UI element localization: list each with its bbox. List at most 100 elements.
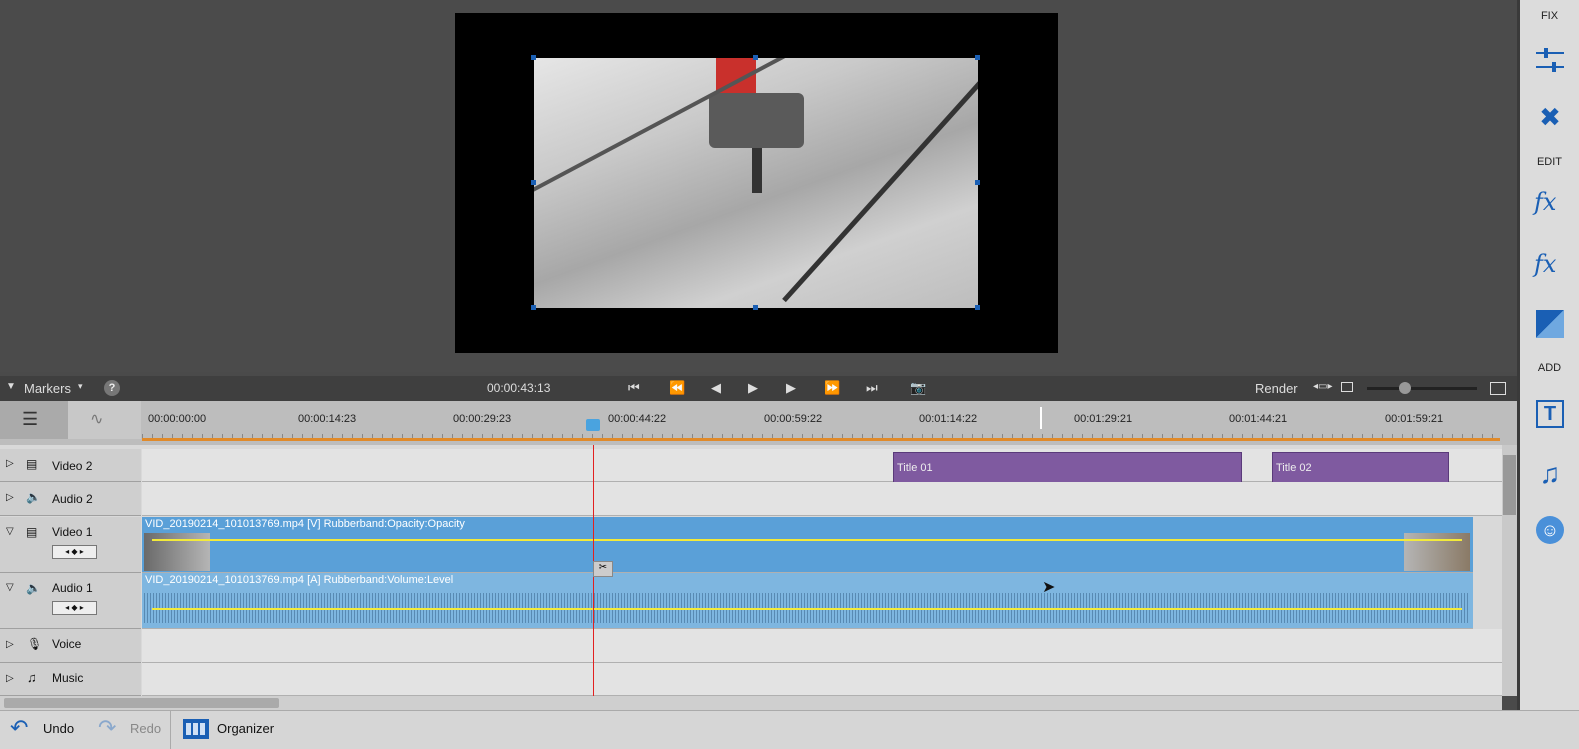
track-header-video2[interactable]: ▷ ▤ Video 2 bbox=[0, 449, 141, 482]
preview-video[interactable] bbox=[534, 58, 978, 308]
render-button[interactable]: Render bbox=[1255, 381, 1298, 396]
previous-edit-icon[interactable]: ⏪ bbox=[669, 380, 685, 396]
clip-label: VID_20190214_101013769.mp4 [A] Rubberban… bbox=[145, 574, 454, 586]
add-section-label: ADD bbox=[1537, 362, 1562, 374]
help-button[interactable]: ? bbox=[104, 380, 120, 396]
ruler-tick-label: 00:00:14:23 bbox=[298, 413, 357, 425]
waveform-icon[interactable]: ∿ bbox=[90, 409, 103, 429]
playhead-handle[interactable] bbox=[586, 419, 600, 431]
applied-effects-icon[interactable]: fx bbox=[1534, 188, 1566, 220]
table-slot bbox=[534, 58, 869, 202]
end-marker bbox=[1040, 407, 1042, 429]
zoom-out-icon[interactable] bbox=[1341, 382, 1353, 392]
markers-menu[interactable]: Markers bbox=[24, 381, 71, 396]
go-to-end-icon[interactable]: ⏭ bbox=[866, 380, 878, 396]
timeline-view-icon[interactable]: ☰ bbox=[22, 409, 38, 430]
film-icon: ▤ bbox=[26, 457, 38, 471]
track-header-audio1[interactable]: ▽ 🔈 Audio 1 ◂ ◆ ▸ bbox=[0, 573, 141, 629]
track-label: Music bbox=[52, 671, 84, 685]
track-header-voice[interactable]: ▷ 🎙 Voice bbox=[0, 629, 141, 663]
expand-icon[interactable] bbox=[1490, 382, 1506, 395]
organizer-icon[interactable] bbox=[183, 719, 209, 739]
resize-handle[interactable] bbox=[975, 180, 980, 185]
ruler-tick-label: 00:00:59:22 bbox=[764, 413, 823, 425]
right-panel: FIX ✖ EDIT fx fx ADD T ♫ ☺ bbox=[1517, 0, 1579, 748]
timeline-view-toggle[interactable]: ☰ bbox=[0, 401, 68, 439]
keyframe-controls[interactable]: ◂ ◆ ▸ bbox=[52, 601, 97, 615]
track-label: Video 1 bbox=[52, 525, 93, 539]
redo-button: Redo bbox=[130, 721, 162, 736]
graphics-icon[interactable]: ☺ bbox=[1536, 516, 1564, 544]
collapse-track-icon[interactable]: ▽ bbox=[6, 526, 14, 537]
title-clip[interactable]: Title 02 bbox=[1272, 452, 1449, 484]
track-header-video1[interactable]: ▽ ▤ Video 1 ◂ ◆ ▸ bbox=[0, 517, 141, 573]
vertical-scrollbar[interactable] bbox=[1502, 445, 1517, 696]
markers-dropdown-icon[interactable]: ▼ bbox=[6, 381, 16, 392]
ruler-tick-label: 00:01:44:21 bbox=[1229, 413, 1288, 425]
fit-timeline-icon[interactable]: ◂▭▸ bbox=[1313, 381, 1333, 392]
expand-track-icon[interactable]: ▷ bbox=[6, 639, 14, 650]
opacity-rubberband[interactable] bbox=[152, 539, 1462, 541]
music-icon[interactable]: ♫ bbox=[1534, 458, 1566, 490]
audio-view-toggle[interactable]: ∿ bbox=[68, 401, 141, 439]
track-lane-voice[interactable] bbox=[142, 629, 1502, 663]
track-header-music[interactable]: ▷ ♫ Music bbox=[0, 663, 141, 696]
ruler-tick-label: 00:00:00:00 bbox=[148, 413, 207, 425]
next-edit-icon[interactable]: ⏩ bbox=[824, 380, 840, 396]
video-clip[interactable]: VID_20190214_101013769.mp4 [V] Rubberban… bbox=[142, 517, 1473, 573]
resize-handle[interactable] bbox=[531, 305, 536, 310]
vertical-scrollbar-thumb[interactable] bbox=[1503, 455, 1516, 515]
expand-track-icon[interactable]: ▷ bbox=[6, 492, 14, 503]
effects-icon[interactable]: fx bbox=[1534, 250, 1566, 282]
organizer-button[interactable]: Organizer bbox=[217, 721, 274, 736]
play-icon[interactable]: ▶ bbox=[748, 380, 758, 396]
titles-icon[interactable]: T bbox=[1536, 400, 1564, 428]
expand-track-icon[interactable]: ▷ bbox=[6, 673, 14, 684]
horizontal-scrollbar[interactable] bbox=[0, 696, 1502, 710]
ruler-tick-label: 00:01:59:21 bbox=[1385, 413, 1444, 425]
resize-handle[interactable] bbox=[975, 55, 980, 60]
track-label: Voice bbox=[52, 637, 82, 651]
resize-handle[interactable] bbox=[753, 305, 758, 310]
resize-handle[interactable] bbox=[531, 180, 536, 185]
camera-icon[interactable]: 📷 bbox=[910, 380, 926, 396]
step-forward-icon[interactable]: ▶ bbox=[786, 380, 796, 396]
track-lane-music[interactable] bbox=[142, 663, 1502, 696]
adjust-icon[interactable] bbox=[1534, 44, 1566, 76]
ruler-tick-label: 00:00:29:23 bbox=[453, 413, 512, 425]
timecode-display[interactable]: 00:00:43:13 bbox=[487, 381, 550, 395]
transitions-icon[interactable] bbox=[1536, 310, 1564, 338]
tools-icon[interactable]: ✖ bbox=[1534, 102, 1566, 134]
zoom-slider-thumb[interactable] bbox=[1399, 382, 1411, 394]
volume-rubberband[interactable] bbox=[152, 608, 1462, 610]
keyframe-controls[interactable]: ◂ ◆ ▸ bbox=[52, 545, 97, 559]
scissors-icon[interactable]: ✂ bbox=[593, 561, 613, 577]
track-lane-audio2[interactable] bbox=[142, 482, 1502, 516]
divider bbox=[170, 711, 171, 749]
step-back-icon[interactable]: ◀ bbox=[711, 380, 721, 396]
undo-button[interactable]: Undo bbox=[43, 721, 74, 736]
zoom-slider[interactable] bbox=[1367, 387, 1477, 390]
track-lane-video2[interactable]: Title 01 Title 02 bbox=[142, 449, 1502, 484]
speaker-icon: 🔈 bbox=[26, 490, 41, 504]
title-clip[interactable]: Title 01 bbox=[893, 452, 1242, 484]
resize-handle[interactable] bbox=[975, 305, 980, 310]
table-edge bbox=[782, 75, 978, 303]
go-to-start-icon[interactable]: ⏮ bbox=[628, 380, 640, 396]
collapse-track-icon[interactable]: ▽ bbox=[6, 582, 14, 593]
audio-clip[interactable]: VID_20190214_101013769.mp4 [A] Rubberban… bbox=[142, 573, 1473, 629]
fix-section-label: FIX bbox=[1540, 10, 1559, 22]
resize-handle[interactable] bbox=[753, 55, 758, 60]
monitor-panel bbox=[0, 0, 1517, 372]
track-header-audio2[interactable]: ▷ 🔈 Audio 2 bbox=[0, 482, 141, 516]
horizontal-scrollbar-thumb[interactable] bbox=[4, 698, 279, 708]
resize-handle[interactable] bbox=[531, 55, 536, 60]
undo-icon[interactable]: ↶ bbox=[10, 715, 28, 741]
track-label: Video 2 bbox=[52, 459, 93, 473]
expand-track-icon[interactable]: ▷ bbox=[6, 458, 14, 469]
work-area-bar[interactable] bbox=[142, 438, 1500, 441]
saw-head bbox=[709, 93, 804, 148]
markers-caret-icon[interactable]: ▾ bbox=[78, 381, 83, 392]
track-label: Audio 1 bbox=[52, 581, 93, 595]
timeline-ruler[interactable]: ☰ ∿ 00:00:00:00 00:00:14:23 00:00:29:23 … bbox=[0, 401, 1517, 445]
